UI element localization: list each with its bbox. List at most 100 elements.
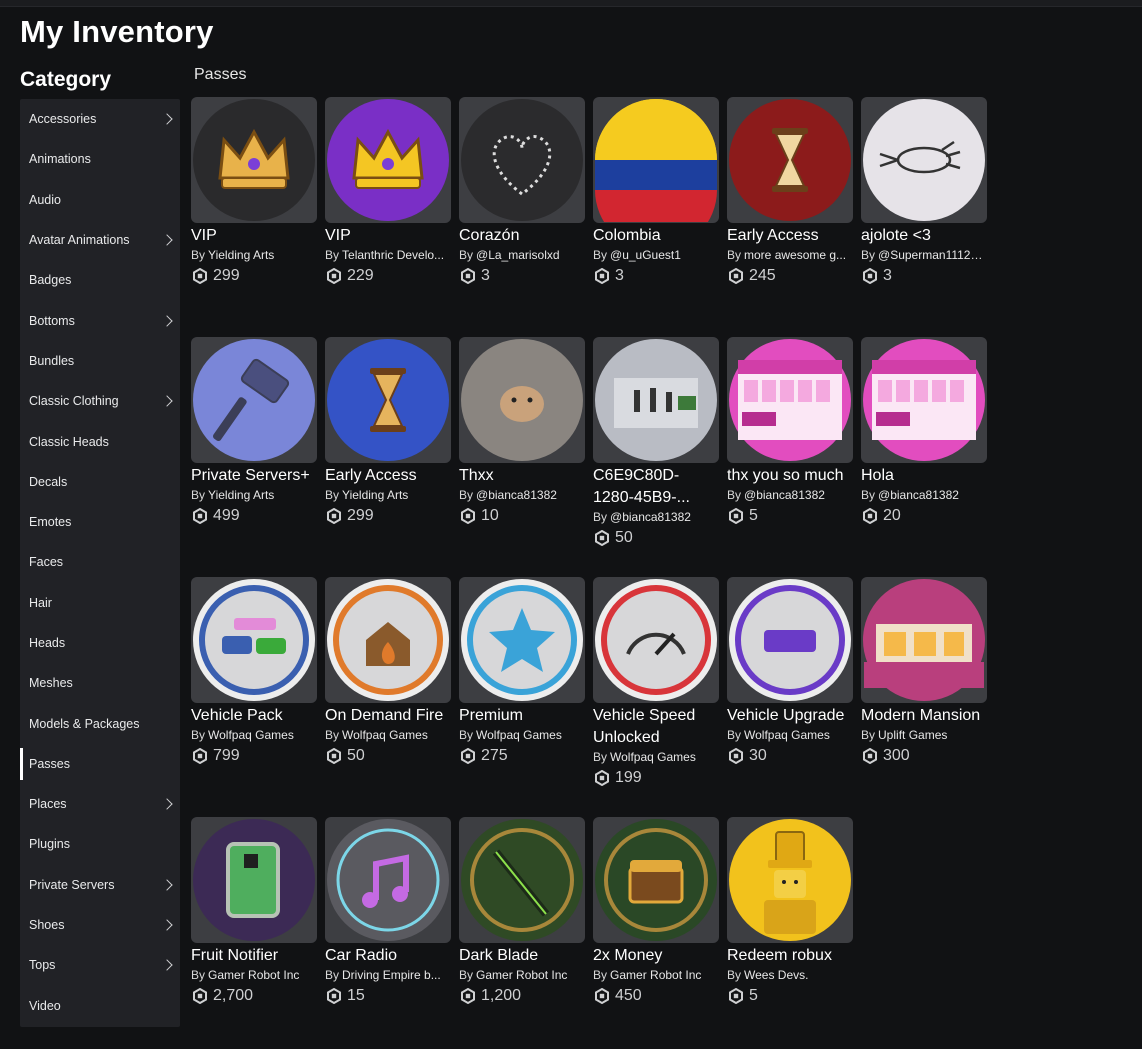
item-card[interactable]: ajolote <3 By @Superman11123... 3 <box>861 97 987 287</box>
item-name[interactable]: VIP <box>325 225 451 247</box>
sidebar-item-classic-heads[interactable]: Classic Heads <box>20 421 180 461</box>
creator-name[interactable]: Gamer Robot Inc <box>610 968 701 982</box>
sidebar-item-heads[interactable]: Heads <box>20 623 180 663</box>
creator-name[interactable]: Wolfpaq Games <box>744 728 830 742</box>
item-card[interactable]: Premium By Wolfpaq Games 275 <box>459 577 585 767</box>
item-name[interactable]: 2x Money <box>593 945 719 967</box>
sidebar-item-private-servers[interactable]: Private Servers <box>20 865 180 905</box>
vehicle-pack-badge-icon[interactable] <box>191 577 317 703</box>
item-name[interactable]: Early Access <box>325 465 451 487</box>
creator-name[interactable]: @bianca81382 <box>610 510 691 524</box>
item-name[interactable]: Vehicle Upgrade <box>727 705 853 727</box>
item-name[interactable]: C6E9C80D-1280-45B9-... <box>593 465 719 509</box>
item-card[interactable]: Vehicle Pack By Wolfpaq Games 799 <box>191 577 317 767</box>
hourglass-red-icon[interactable] <box>727 97 853 223</box>
creator-name[interactable]: Wees Devs. <box>744 968 808 982</box>
item-name[interactable]: thx you so much <box>727 465 853 487</box>
sidebar-item-places[interactable]: Places <box>20 784 180 824</box>
item-card[interactable]: Car Radio By Driving Empire b... 15 <box>325 817 451 1007</box>
creator-name[interactable]: Gamer Robot Inc <box>476 968 567 982</box>
hourglass-blue-icon[interactable] <box>325 337 451 463</box>
item-name[interactable]: Redeem robux <box>727 945 853 967</box>
sidebar-item-hair[interactable]: Hair <box>20 583 180 623</box>
item-name[interactable]: Colombia <box>593 225 719 247</box>
item-name[interactable]: Vehicle Speed Unlocked <box>593 705 719 749</box>
item-name[interactable]: Corazón <box>459 225 585 247</box>
creator-name[interactable]: @bianca81382 <box>476 488 557 502</box>
sidebar-item-video[interactable]: Video <box>20 986 180 1026</box>
hamster-photo-icon[interactable] <box>459 337 585 463</box>
item-card[interactable]: Corazón By @La_marisolxd 3 <box>459 97 585 287</box>
sidebar-item-shoes[interactable]: Shoes <box>20 905 180 945</box>
sidebar-item-meshes[interactable]: Meshes <box>20 663 180 703</box>
sidebar-item-tops[interactable]: Tops <box>20 945 180 985</box>
music-note-icon[interactable] <box>325 817 451 943</box>
sidebar-item-classic-clothing[interactable]: Classic Clothing <box>20 381 180 421</box>
rewards-screen-icon[interactable] <box>861 337 987 463</box>
item-name[interactable]: Private Servers+ <box>191 465 317 487</box>
sidebar-item-badges[interactable]: Badges <box>20 260 180 300</box>
hammer-icon[interactable] <box>191 337 317 463</box>
item-card[interactable]: Modern Mansion By Uplift Games 300 <box>861 577 987 767</box>
sidebar-item-accessories[interactable]: Accessories <box>20 99 180 139</box>
creator-name[interactable]: @Superman11123... <box>878 248 987 262</box>
speedometer-badge-icon[interactable] <box>593 577 719 703</box>
sidebar-item-models-packages[interactable]: Models & Packages <box>20 703 180 743</box>
creator-name[interactable]: Wolfpaq Games <box>610 750 696 764</box>
creator-name[interactable]: @bianca81382 <box>878 488 959 502</box>
item-card[interactable]: Vehicle Upgrade By Wolfpaq Games 30 <box>727 577 853 767</box>
sidebar-item-emotes[interactable]: Emotes <box>20 502 180 542</box>
game-screenshot-icon[interactable] <box>593 337 719 463</box>
item-name[interactable]: Car Radio <box>325 945 451 967</box>
item-card[interactable]: Private Servers+ By Yielding Arts 499 <box>191 337 317 527</box>
item-card[interactable]: Fruit Notifier By Gamer Robot Inc 2,700 <box>191 817 317 1007</box>
creator-name[interactable]: @bianca81382 <box>744 488 825 502</box>
item-card[interactable]: Thxx By @bianca81382 10 <box>459 337 585 527</box>
item-name[interactable]: ajolote <3 <box>861 225 987 247</box>
sidebar-item-decals[interactable]: Decals <box>20 462 180 502</box>
item-name[interactable]: Dark Blade <box>459 945 585 967</box>
item-card[interactable]: Vehicle Speed Unlocked By Wolfpaq Games 199 <box>593 577 719 789</box>
item-name[interactable]: Hola <box>861 465 987 487</box>
star-badge-icon[interactable] <box>459 577 585 703</box>
item-card[interactable]: Early Access By more awesome g... 245 <box>727 97 853 287</box>
crown-purple-icon[interactable] <box>325 97 451 223</box>
sidebar-item-animations[interactable]: Animations <box>20 139 180 179</box>
sidebar-item-audio[interactable]: Audio <box>20 180 180 220</box>
rewards-screen-icon[interactable] <box>727 337 853 463</box>
item-card[interactable]: Hola By @bianca81382 20 <box>861 337 987 527</box>
item-name[interactable]: Vehicle Pack <box>191 705 317 727</box>
creator-name[interactable]: @La_marisolxd <box>476 248 560 262</box>
item-name[interactable]: Modern Mansion <box>861 705 987 727</box>
heart-lights-icon[interactable] <box>459 97 585 223</box>
item-card[interactable]: On Demand Fire By Wolfpaq Games 50 <box>325 577 451 767</box>
creator-name[interactable]: Uplift Games <box>878 728 947 742</box>
item-card[interactable]: VIP By Yielding Arts 299 <box>191 97 317 287</box>
creator-name[interactable]: more awesome g... <box>744 248 846 262</box>
house-fire-badge-icon[interactable] <box>325 577 451 703</box>
creator-name[interactable]: Wolfpaq Games <box>208 728 294 742</box>
sidebar-item-avatar-animations[interactable]: Avatar Animations <box>20 220 180 260</box>
creator-name[interactable]: Wolfpaq Games <box>476 728 562 742</box>
axolotl-icon[interactable] <box>861 97 987 223</box>
sidebar-item-bottoms[interactable]: Bottoms <box>20 300 180 340</box>
colombia-flag-icon[interactable] <box>593 97 719 223</box>
creator-name[interactable]: Yielding Arts <box>342 488 408 502</box>
creator-name[interactable]: Yielding Arts <box>208 248 274 262</box>
upgrade-badge-icon[interactable] <box>727 577 853 703</box>
item-name[interactable]: VIP <box>191 225 317 247</box>
creator-name[interactable]: @u_uGuest1 <box>610 248 681 262</box>
item-name[interactable]: Fruit Notifier <box>191 945 317 967</box>
creator-name[interactable]: Gamer Robot Inc <box>208 968 299 982</box>
item-card[interactable]: Redeem robux By Wees Devs. 5 <box>727 817 853 1007</box>
creator-name[interactable]: Yielding Arts <box>208 488 274 502</box>
creator-name[interactable]: Wolfpaq Games <box>342 728 428 742</box>
sidebar-item-bundles[interactable]: Bundles <box>20 341 180 381</box>
gold-avatar-icon[interactable] <box>727 817 853 943</box>
item-card[interactable]: Dark Blade By Gamer Robot Inc 1,200 <box>459 817 585 1007</box>
item-name[interactable]: Premium <box>459 705 585 727</box>
treasure-chest-icon[interactable] <box>593 817 719 943</box>
item-name[interactable]: Early Access <box>727 225 853 247</box>
item-name[interactable]: On Demand Fire <box>325 705 451 727</box>
sidebar-item-plugins[interactable]: Plugins <box>20 824 180 864</box>
